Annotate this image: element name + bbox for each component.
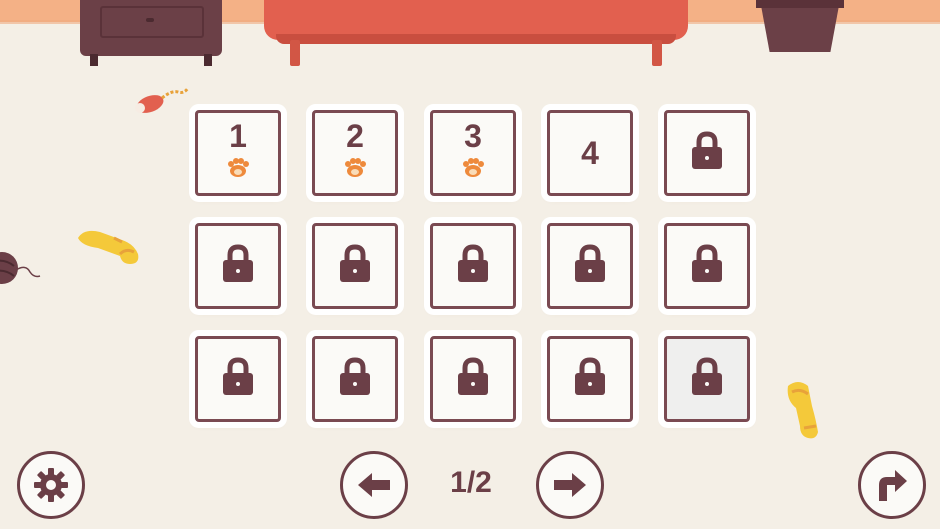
arrow-right-icon xyxy=(554,473,586,497)
level-tile[interactable]: 2 xyxy=(312,110,398,196)
paw-icon xyxy=(462,157,484,183)
lock-icon xyxy=(221,356,255,402)
next-page-button[interactable] xyxy=(536,451,604,519)
settings-button[interactable] xyxy=(17,451,85,519)
lock-icon xyxy=(690,356,724,402)
level-number: 1 xyxy=(229,117,247,154)
level-tile[interactable]: 1 xyxy=(195,110,281,196)
arrow-left-icon xyxy=(358,473,390,497)
lock-icon xyxy=(221,243,255,289)
gear-icon xyxy=(34,468,68,502)
cabinet-knob xyxy=(146,18,154,22)
level-tile[interactable] xyxy=(547,336,633,422)
level-tile[interactable] xyxy=(195,336,281,422)
cabinet-drawer xyxy=(100,6,204,38)
level-number: 3 xyxy=(464,117,482,154)
cabinet-leg xyxy=(90,54,98,66)
plant-pot-rim xyxy=(756,0,844,8)
lock-icon xyxy=(690,243,724,289)
lock-icon xyxy=(338,356,372,402)
sofa-leg xyxy=(652,40,662,66)
level-tile[interactable] xyxy=(430,223,516,309)
toy-sock-icon xyxy=(78,230,139,264)
sofa-base xyxy=(276,34,676,44)
level-tile[interactable] xyxy=(430,336,516,422)
lock-icon xyxy=(338,243,372,289)
level-tile[interactable] xyxy=(664,336,750,422)
lock-icon xyxy=(573,243,607,289)
lock-icon xyxy=(690,130,724,176)
level-tile[interactable]: 4 xyxy=(547,110,633,196)
lock-icon xyxy=(456,356,490,402)
paw-icon xyxy=(344,157,366,183)
level-number: 2 xyxy=(346,117,364,154)
level-tile[interactable] xyxy=(312,223,398,309)
back-button[interactable] xyxy=(858,451,926,519)
toy-sock-icon xyxy=(787,382,818,439)
level-tile[interactable] xyxy=(664,223,750,309)
level-tile[interactable] xyxy=(195,223,281,309)
level-tile[interactable] xyxy=(312,336,398,422)
cabinet-decoration xyxy=(80,0,222,66)
level-tile[interactable]: 3 xyxy=(430,110,516,196)
level-tile[interactable] xyxy=(547,223,633,309)
previous-page-button[interactable] xyxy=(340,451,408,519)
level-tile[interactable] xyxy=(664,110,750,196)
turn-arrow-icon xyxy=(879,470,907,501)
sofa-decoration xyxy=(264,0,688,66)
toy-yarn-ball-icon xyxy=(0,252,41,284)
level-number: 4 xyxy=(581,135,599,171)
sofa-leg xyxy=(290,40,300,66)
lock-icon xyxy=(456,243,490,289)
page-indicator: 1/2 xyxy=(450,466,492,499)
cabinet-leg xyxy=(204,54,212,66)
paw-icon xyxy=(227,157,249,183)
lock-icon xyxy=(573,356,607,402)
toy-mouse-icon xyxy=(135,87,190,113)
